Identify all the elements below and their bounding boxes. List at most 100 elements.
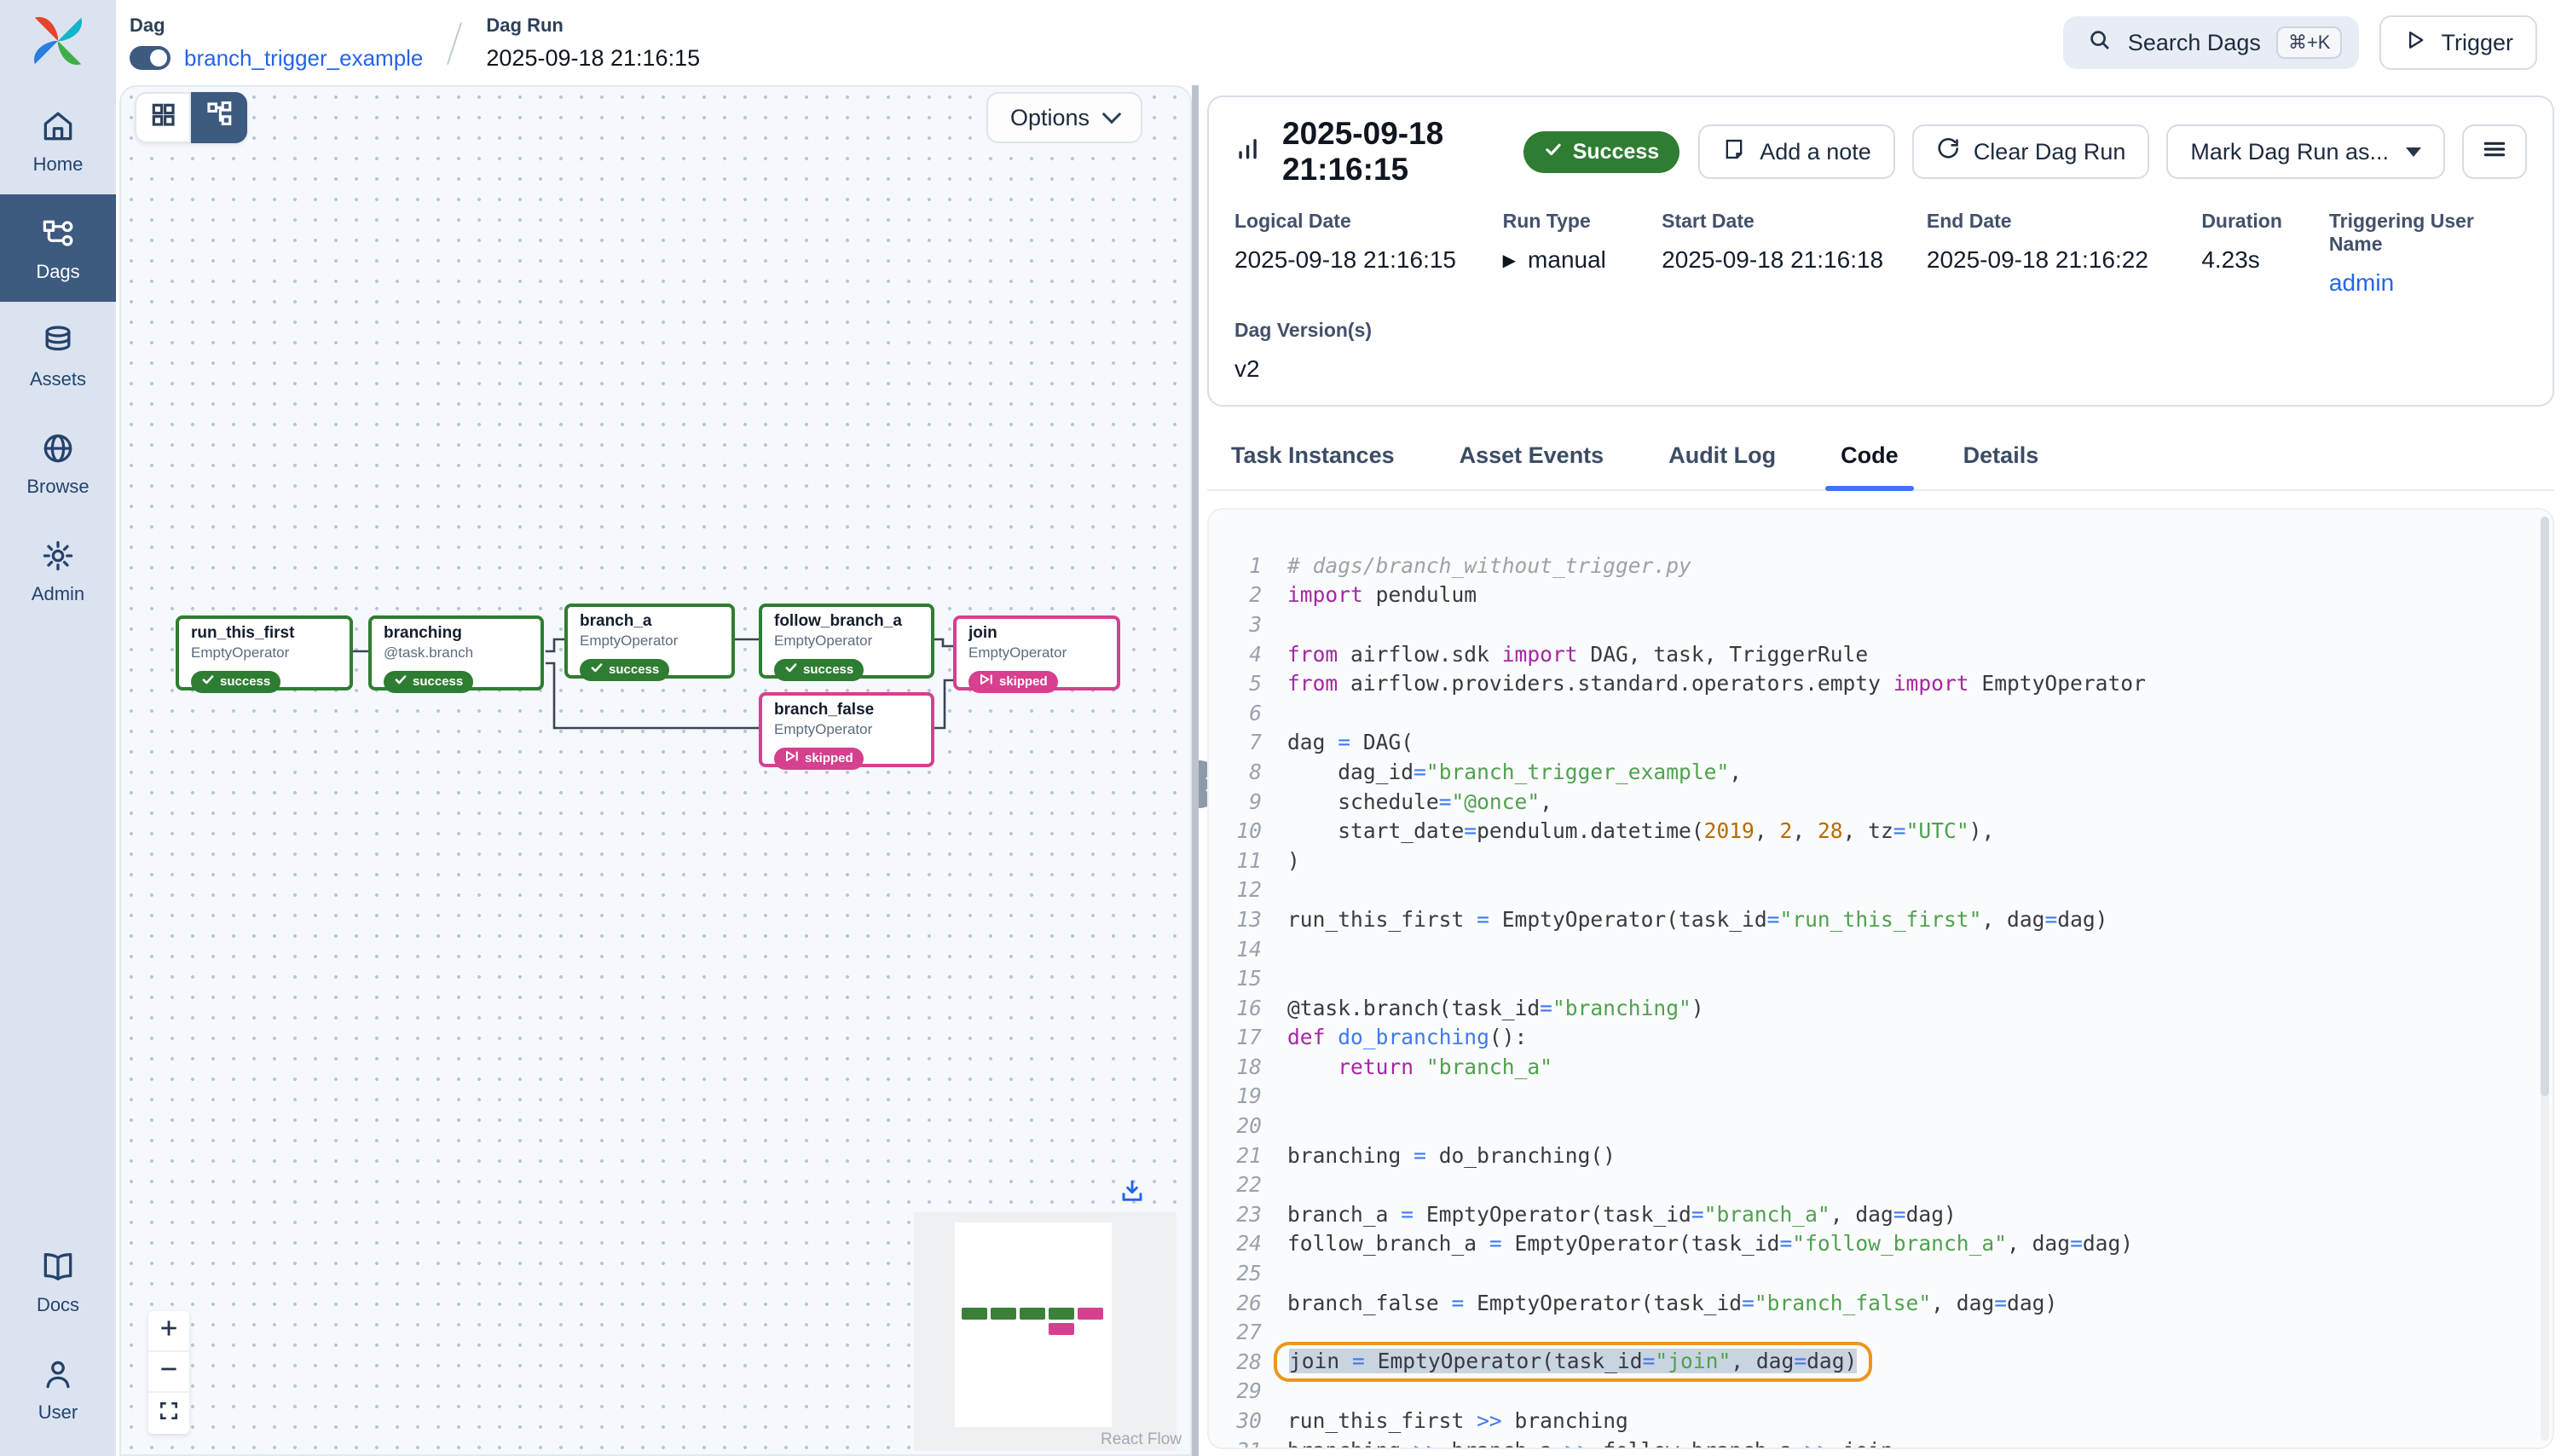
minimap-node bbox=[1049, 1308, 1074, 1320]
field-value: 2025-09-18 21:16:22 bbox=[1927, 246, 2201, 274]
task-node-branching[interactable]: branching@task.branchsuccess bbox=[368, 615, 544, 690]
download-icon bbox=[1119, 1181, 1146, 1211]
zoom-in-button[interactable] bbox=[148, 1311, 189, 1352]
dag-run-label: Dag Run bbox=[486, 14, 700, 37]
task-node-run_this_first[interactable]: run_this_firstEmptyOperator success bbox=[176, 615, 353, 690]
line-number: 23 bbox=[1209, 1202, 1287, 1227]
sidebar-item-admin[interactable]: Admin bbox=[0, 517, 116, 624]
field-value: ▶manual bbox=[1503, 246, 1662, 274]
options-button[interactable]: Options bbox=[986, 92, 1142, 143]
code-lines: 1# dags/branch_without_trigger.py2import… bbox=[1209, 551, 2552, 1449]
content: run_this_firstEmptyOperatorsuccessbranch… bbox=[116, 85, 2561, 1456]
run-tabs: Task Instances Asset Events Audit Log Code D… bbox=[1207, 420, 2554, 491]
task-node-operator: EmptyOperator bbox=[580, 633, 720, 650]
note-icon bbox=[1722, 137, 1746, 167]
skip-icon bbox=[979, 673, 994, 690]
sidebar-item-label: Docs bbox=[37, 1294, 79, 1316]
sidebar-item-home[interactable]: Home bbox=[0, 87, 116, 194]
line-number: 11 bbox=[1209, 848, 1287, 873]
mark-dag-run-as-button[interactable]: Mark Dag Run as... bbox=[2166, 124, 2445, 179]
fit-view-button[interactable] bbox=[148, 1393, 189, 1434]
grid-view-button[interactable] bbox=[135, 92, 191, 143]
code-line: 18 return "branch_a" bbox=[1209, 1052, 2552, 1082]
check-icon bbox=[1544, 140, 1563, 165]
code-text: branching >> branch_a >> follow_branch_a… bbox=[1287, 1438, 1893, 1449]
hamburger-menu-icon bbox=[2481, 136, 2508, 169]
line-number: 21 bbox=[1209, 1143, 1287, 1168]
code-line: 13run_this_first = EmptyOperator(task_id… bbox=[1209, 904, 2552, 934]
sidebar-item-assets[interactable]: Assets bbox=[0, 302, 116, 409]
user-icon bbox=[39, 1355, 77, 1393]
tab-audit-log[interactable]: Audit Log bbox=[1665, 430, 1779, 489]
task-node-operator: EmptyOperator bbox=[774, 721, 919, 738]
chevron-down-icon bbox=[1102, 105, 1122, 124]
task-node-branch_false[interactable]: branch_falseEmptyOperatorskipped bbox=[759, 692, 934, 767]
graph-view-button[interactable] bbox=[191, 92, 247, 143]
run-actions: Add a note Clear Dag Run Mark Dag Run as… bbox=[1698, 124, 2527, 179]
line-number: 7 bbox=[1209, 730, 1287, 754]
field-label: Triggering User Name bbox=[2329, 210, 2527, 256]
sidebar-item-dags[interactable]: Dags bbox=[0, 194, 116, 302]
code-line: 7dag = DAG( bbox=[1209, 728, 2552, 758]
code-line: 2import pendulum bbox=[1209, 581, 2552, 610]
code-line: 31branching >> branch_a >> follow_branch… bbox=[1209, 1436, 2552, 1449]
code-text: from airflow.sdk import DAG, task, Trigg… bbox=[1287, 642, 1868, 667]
line-number: 20 bbox=[1209, 1113, 1287, 1138]
search-dags-button[interactable]: Search Dags ⌘+K bbox=[2063, 16, 2360, 69]
task-node-join[interactable]: joinEmptyOperatorskipped bbox=[953, 615, 1120, 690]
line-number: 14 bbox=[1209, 937, 1287, 962]
breadcrumb-dag: Dag branch_trigger_example bbox=[130, 14, 423, 72]
line-number: 17 bbox=[1209, 1025, 1287, 1049]
dag-name-link[interactable]: branch_trigger_example bbox=[184, 45, 423, 72]
book-icon bbox=[39, 1248, 77, 1286]
sidebar-item-user[interactable]: User bbox=[0, 1335, 116, 1442]
code-text: from airflow.providers.standard.operator… bbox=[1287, 671, 2146, 696]
graph-panel: run_this_firstEmptyOperatorsuccessbranch… bbox=[119, 85, 1192, 1456]
search-shortcut-badge: ⌘+K bbox=[2276, 26, 2343, 59]
code-scrollbar-thumb[interactable] bbox=[2541, 517, 2549, 1096]
dag-version-label: Dag Version(s) bbox=[1234, 319, 2527, 342]
line-number: 19 bbox=[1209, 1083, 1287, 1108]
zoom-out-button[interactable] bbox=[148, 1352, 189, 1393]
line-number: 24 bbox=[1209, 1231, 1287, 1256]
code-line: 22 bbox=[1209, 1170, 2552, 1199]
trigger-button[interactable]: Trigger bbox=[2379, 15, 2537, 70]
line-number: 4 bbox=[1209, 642, 1287, 667]
task-state-label: success bbox=[220, 674, 270, 689]
line-number: 3 bbox=[1209, 612, 1287, 637]
task-state-badge: success bbox=[384, 671, 473, 693]
view-toggle bbox=[135, 92, 247, 143]
task-node-follow_branch_a[interactable]: follow_branch_aEmptyOperatorsuccess bbox=[759, 604, 934, 679]
line-number: 8 bbox=[1209, 760, 1287, 784]
grid-icon bbox=[149, 101, 176, 135]
sidebar-bottom: Docs User bbox=[0, 1228, 116, 1456]
graph-minimap[interactable] bbox=[914, 1212, 1176, 1451]
task-node-branch_a[interactable]: branch_aEmptyOperatorsuccess bbox=[564, 604, 735, 679]
line-number: 1 bbox=[1209, 553, 1287, 578]
dag-version-field: Dag Version(s) v2 bbox=[1234, 319, 2527, 383]
more-menu-button[interactable] bbox=[2462, 124, 2527, 179]
topbar-actions: Search Dags ⌘+K Trigger bbox=[2063, 15, 2561, 70]
airflow-logo-icon[interactable] bbox=[29, 12, 87, 70]
add-note-button[interactable]: Add a note bbox=[1698, 124, 1895, 179]
database-icon bbox=[39, 322, 77, 360]
task-node-title: run_this_first bbox=[191, 624, 338, 643]
line-number: 31 bbox=[1209, 1438, 1287, 1449]
tab-code[interactable]: Code bbox=[1837, 430, 1902, 489]
tab-details[interactable]: Details bbox=[1960, 430, 2043, 489]
line-number: 25 bbox=[1209, 1261, 1287, 1286]
panel-divider[interactable] bbox=[1192, 85, 1199, 1456]
dag-pause-toggle[interactable] bbox=[130, 46, 171, 70]
sidebar-item-docs[interactable]: Docs bbox=[0, 1228, 116, 1335]
task-node-operator: EmptyOperator bbox=[191, 644, 338, 662]
field-label: Logical Date bbox=[1234, 210, 1503, 233]
code-text: dag_id="branch_trigger_example", bbox=[1287, 760, 1742, 784]
download-graph-button[interactable] bbox=[1119, 1178, 1146, 1212]
field-value-link[interactable]: admin bbox=[2329, 269, 2527, 297]
clear-dag-run-button[interactable]: Clear Dag Run bbox=[1912, 124, 2150, 179]
task-node-operator: EmptyOperator bbox=[774, 633, 919, 650]
field-value: 2025-09-18 21:16:18 bbox=[1662, 246, 1927, 274]
tab-asset-events[interactable]: Asset Events bbox=[1456, 430, 1608, 489]
tab-task-instances[interactable]: Task Instances bbox=[1228, 430, 1398, 489]
sidebar-item-browse[interactable]: Browse bbox=[0, 409, 116, 517]
